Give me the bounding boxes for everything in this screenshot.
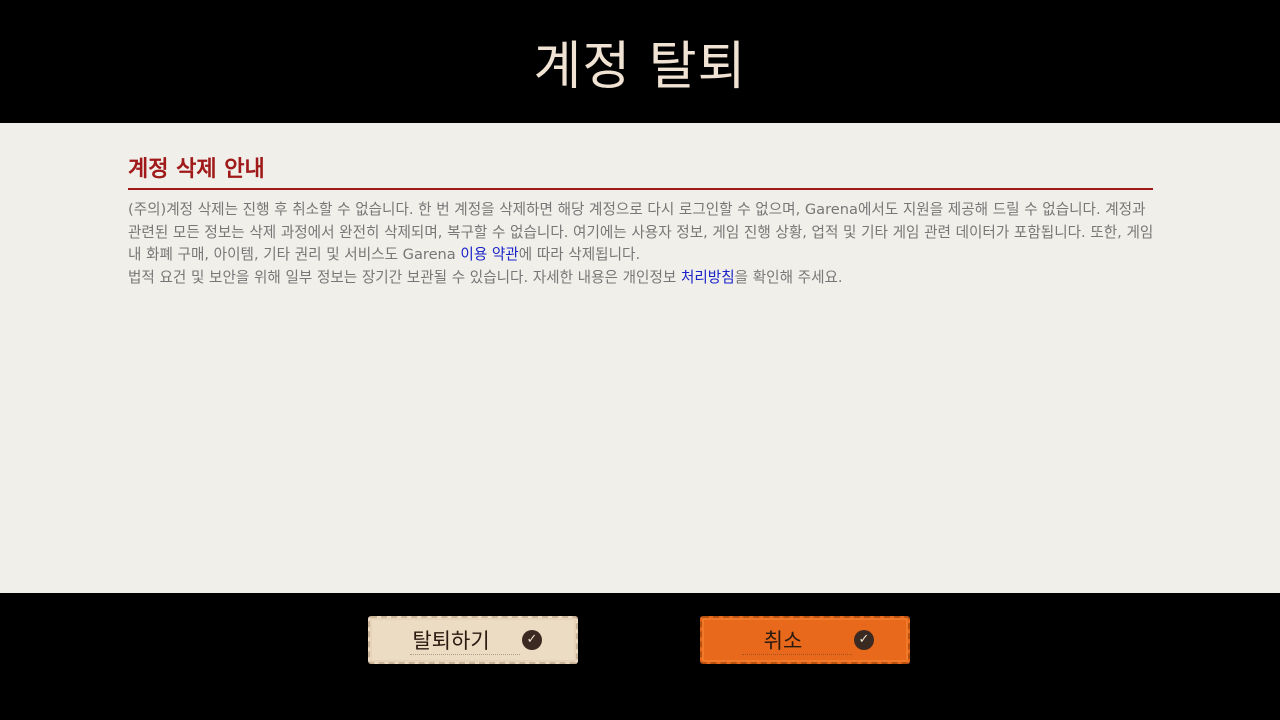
- section-title: 계정 삭제 안내: [128, 151, 1153, 190]
- notice-text: 법적 요건 및 보안을 위해 일부 정보는 장기간 보관될 수 있습니다. 자세…: [128, 268, 681, 286]
- notice-text: 에 따라 삭제됩니다.: [518, 246, 641, 263]
- check-circle-icon: ✓: [854, 630, 874, 650]
- cancel-button[interactable]: 취소 ✓: [700, 616, 910, 664]
- notice-text: (주의)계정 삭제는 진행 후 취소할 수 없습니다. 한 번 계정을 삭제하면…: [128, 201, 1154, 263]
- decorative-dots: [742, 654, 852, 657]
- page-title: 계정 탈퇴: [533, 37, 747, 97]
- cancel-button-label: 취소: [763, 629, 803, 653]
- notice-panel: 계정 삭제 안내 (주의)계정 삭제는 진행 후 취소할 수 없습니다. 한 번…: [0, 123, 1280, 593]
- button-bar: 탈퇴하기 ✓ 취소 ✓: [0, 593, 1280, 720]
- withdraw-button[interactable]: 탈퇴하기 ✓: [368, 616, 578, 664]
- notice-paragraph-1: (주의)계정 삭제는 진행 후 취소할 수 없습니다. 한 번 계정을 삭제하면…: [128, 199, 1158, 267]
- notice-paragraph-2: 법적 요건 및 보안을 위해 일부 정보는 장기간 보관될 수 있습니다. 자세…: [128, 267, 1158, 290]
- check-circle-icon: ✓: [522, 630, 542, 650]
- notice-text: 을 확인해 주세요.: [734, 268, 843, 286]
- privacy-policy-link[interactable]: 처리방침: [681, 269, 735, 286]
- withdraw-button-label: 탈퇴하기: [412, 629, 490, 653]
- page-header: 계정 탈퇴: [0, 0, 1280, 123]
- terms-link[interactable]: 이용 약관: [460, 246, 518, 263]
- notice-body: (주의)계정 삭제는 진행 후 취소할 수 없습니다. 한 번 계정을 삭제하면…: [128, 199, 1158, 289]
- decorative-dots: [410, 654, 520, 657]
